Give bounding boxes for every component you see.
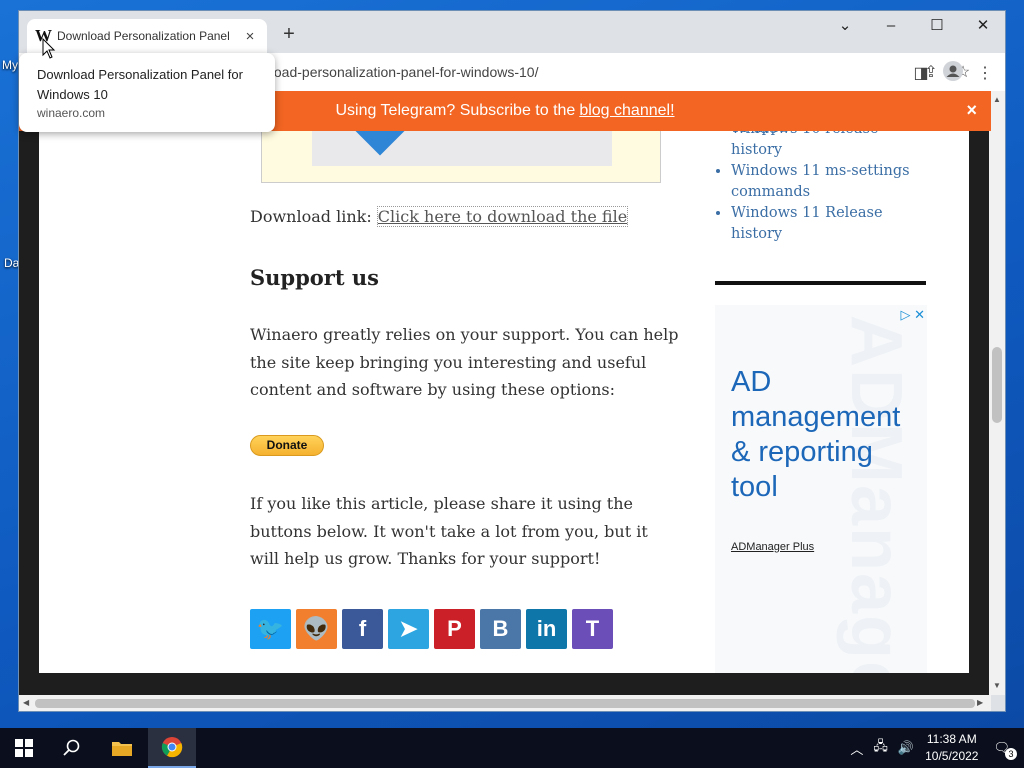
clock-date: 10/5/2022 [925,749,979,763]
advertisement[interactable]: ADManager P ▷ ✕ AD management & reportin… [715,305,927,673]
search-icon [63,739,80,756]
side-panel-icon[interactable]: ◨ [905,63,937,83]
taskbar: ︿ 🖧 🔊 11:38 AM 10/5/2022 🗨 3 [0,728,1024,768]
share-twitter-button[interactable]: 🐦 [250,609,291,649]
start-button[interactable] [0,728,48,768]
download-label: Download link: [250,207,372,226]
scroll-up-icon[interactable]: ▲ [993,95,1001,104]
tab-search-button[interactable]: ⌄ [822,11,868,41]
desktop-icon-label[interactable]: My [2,58,18,72]
new-tab-button[interactable]: + [277,23,301,47]
scroll-down-icon[interactable]: ▼ [993,681,1001,690]
network-icon[interactable]: 🖧 [873,737,888,759]
scroll-left-icon[interactable]: ◀ [23,698,29,707]
volume-icon[interactable]: 🔊 [898,740,914,756]
sidebar-divider [715,281,926,285]
hover-card-title: Download Personalization Panel for Windo… [37,67,243,102]
share-paragraph: If you like this article, please share i… [250,494,648,568]
tab-active[interactable]: W Download Personalization Panel × [27,19,267,53]
chrome-icon [161,737,183,758]
support-paragraph: Winaero greatly relies on your support. … [250,325,679,399]
tab-close-icon[interactable]: × [241,28,259,45]
donate-button[interactable]: Donate [250,435,324,456]
sidebar-link[interactable]: Windows 11 Release history [731,203,927,245]
horizontal-scrollbar[interactable]: ◀ ▶ [19,695,991,711]
banner-text: Using Telegram? Subscribe to the [335,102,576,119]
notifications-icon[interactable]: 🗨 3 [993,740,1017,760]
ad-headline[interactable]: AD management & reporting tool [731,365,921,505]
share-facebook-button[interactable]: f [342,609,383,649]
tab-hover-card: Download Personalization Panel for Windo… [19,53,275,132]
share-reddit-button[interactable]: 👽 [296,609,337,649]
show-hidden-icons-icon[interactable]: ︿ [850,739,863,758]
share-tumblr-button[interactable]: T [572,609,613,649]
sidebar-links: Windows 10 release history Windows 11 ms… [715,119,927,245]
banner-link[interactable]: blog channel! [579,102,674,120]
tab-title: Download Personalization Panel [57,29,230,43]
horizontal-scroll-thumb[interactable] [35,699,975,708]
share-linkedin-button[interactable]: in [526,609,567,649]
profile-avatar-icon[interactable] [937,61,969,86]
menu-kebab-icon[interactable]: ⋮ [969,63,1001,83]
search-button[interactable] [48,728,96,768]
clock[interactable]: 11:38 AM 10/5/2022 [925,731,978,765]
close-window-button[interactable]: ✕ [960,11,1005,41]
vertical-scrollbar[interactable]: ▲ ▼ [989,91,1005,695]
hover-card-host: winaero.com [37,106,106,120]
page-viewport: Using Telegram? Subscribe to the blog ch… [19,91,991,695]
download-line: Download link: Click here to download th… [250,206,629,227]
file-explorer-button[interactable] [98,728,146,768]
windows-logo-icon [15,739,33,757]
scroll-right-icon[interactable]: ▶ [977,698,983,707]
clock-time: 11:38 AM [926,732,977,746]
mouse-cursor-icon [42,38,56,59]
page-content: Download link: Click here to download th… [39,91,969,673]
maximize-button[interactable]: ☐ [914,11,960,41]
share-pinterest-button[interactable]: P [434,609,475,649]
system-tray: ︿ 🖧 🔊 11:38 AM 10/5/2022 🗨 3 [845,728,1024,768]
share-vk-button[interactable]: B [480,609,521,649]
notification-count-badge: 3 [1005,748,1017,760]
support-heading: Support us [250,265,379,290]
share-buttons: 🐦 👽 f ➤ P Bin T [250,609,613,649]
tab-strip: W Download Personalization Panel × + ⌄ –… [19,11,1005,53]
vertical-scroll-thumb[interactable] [992,347,1002,423]
share-telegram-button[interactable]: ➤ [388,609,429,649]
chrome-taskbar-button[interactable] [148,728,196,768]
ad-brand[interactable]: ADManager Plus [731,541,814,553]
minimize-button[interactable]: – [868,11,914,41]
folder-icon [112,742,132,756]
ad-choices-icon[interactable]: ▷ ✕ [900,307,925,323]
sidebar-link[interactable]: Windows 11 ms-settings commands [731,161,927,203]
download-link[interactable]: Click here to download the file [376,206,629,227]
banner-close-icon[interactable]: × [966,100,977,121]
